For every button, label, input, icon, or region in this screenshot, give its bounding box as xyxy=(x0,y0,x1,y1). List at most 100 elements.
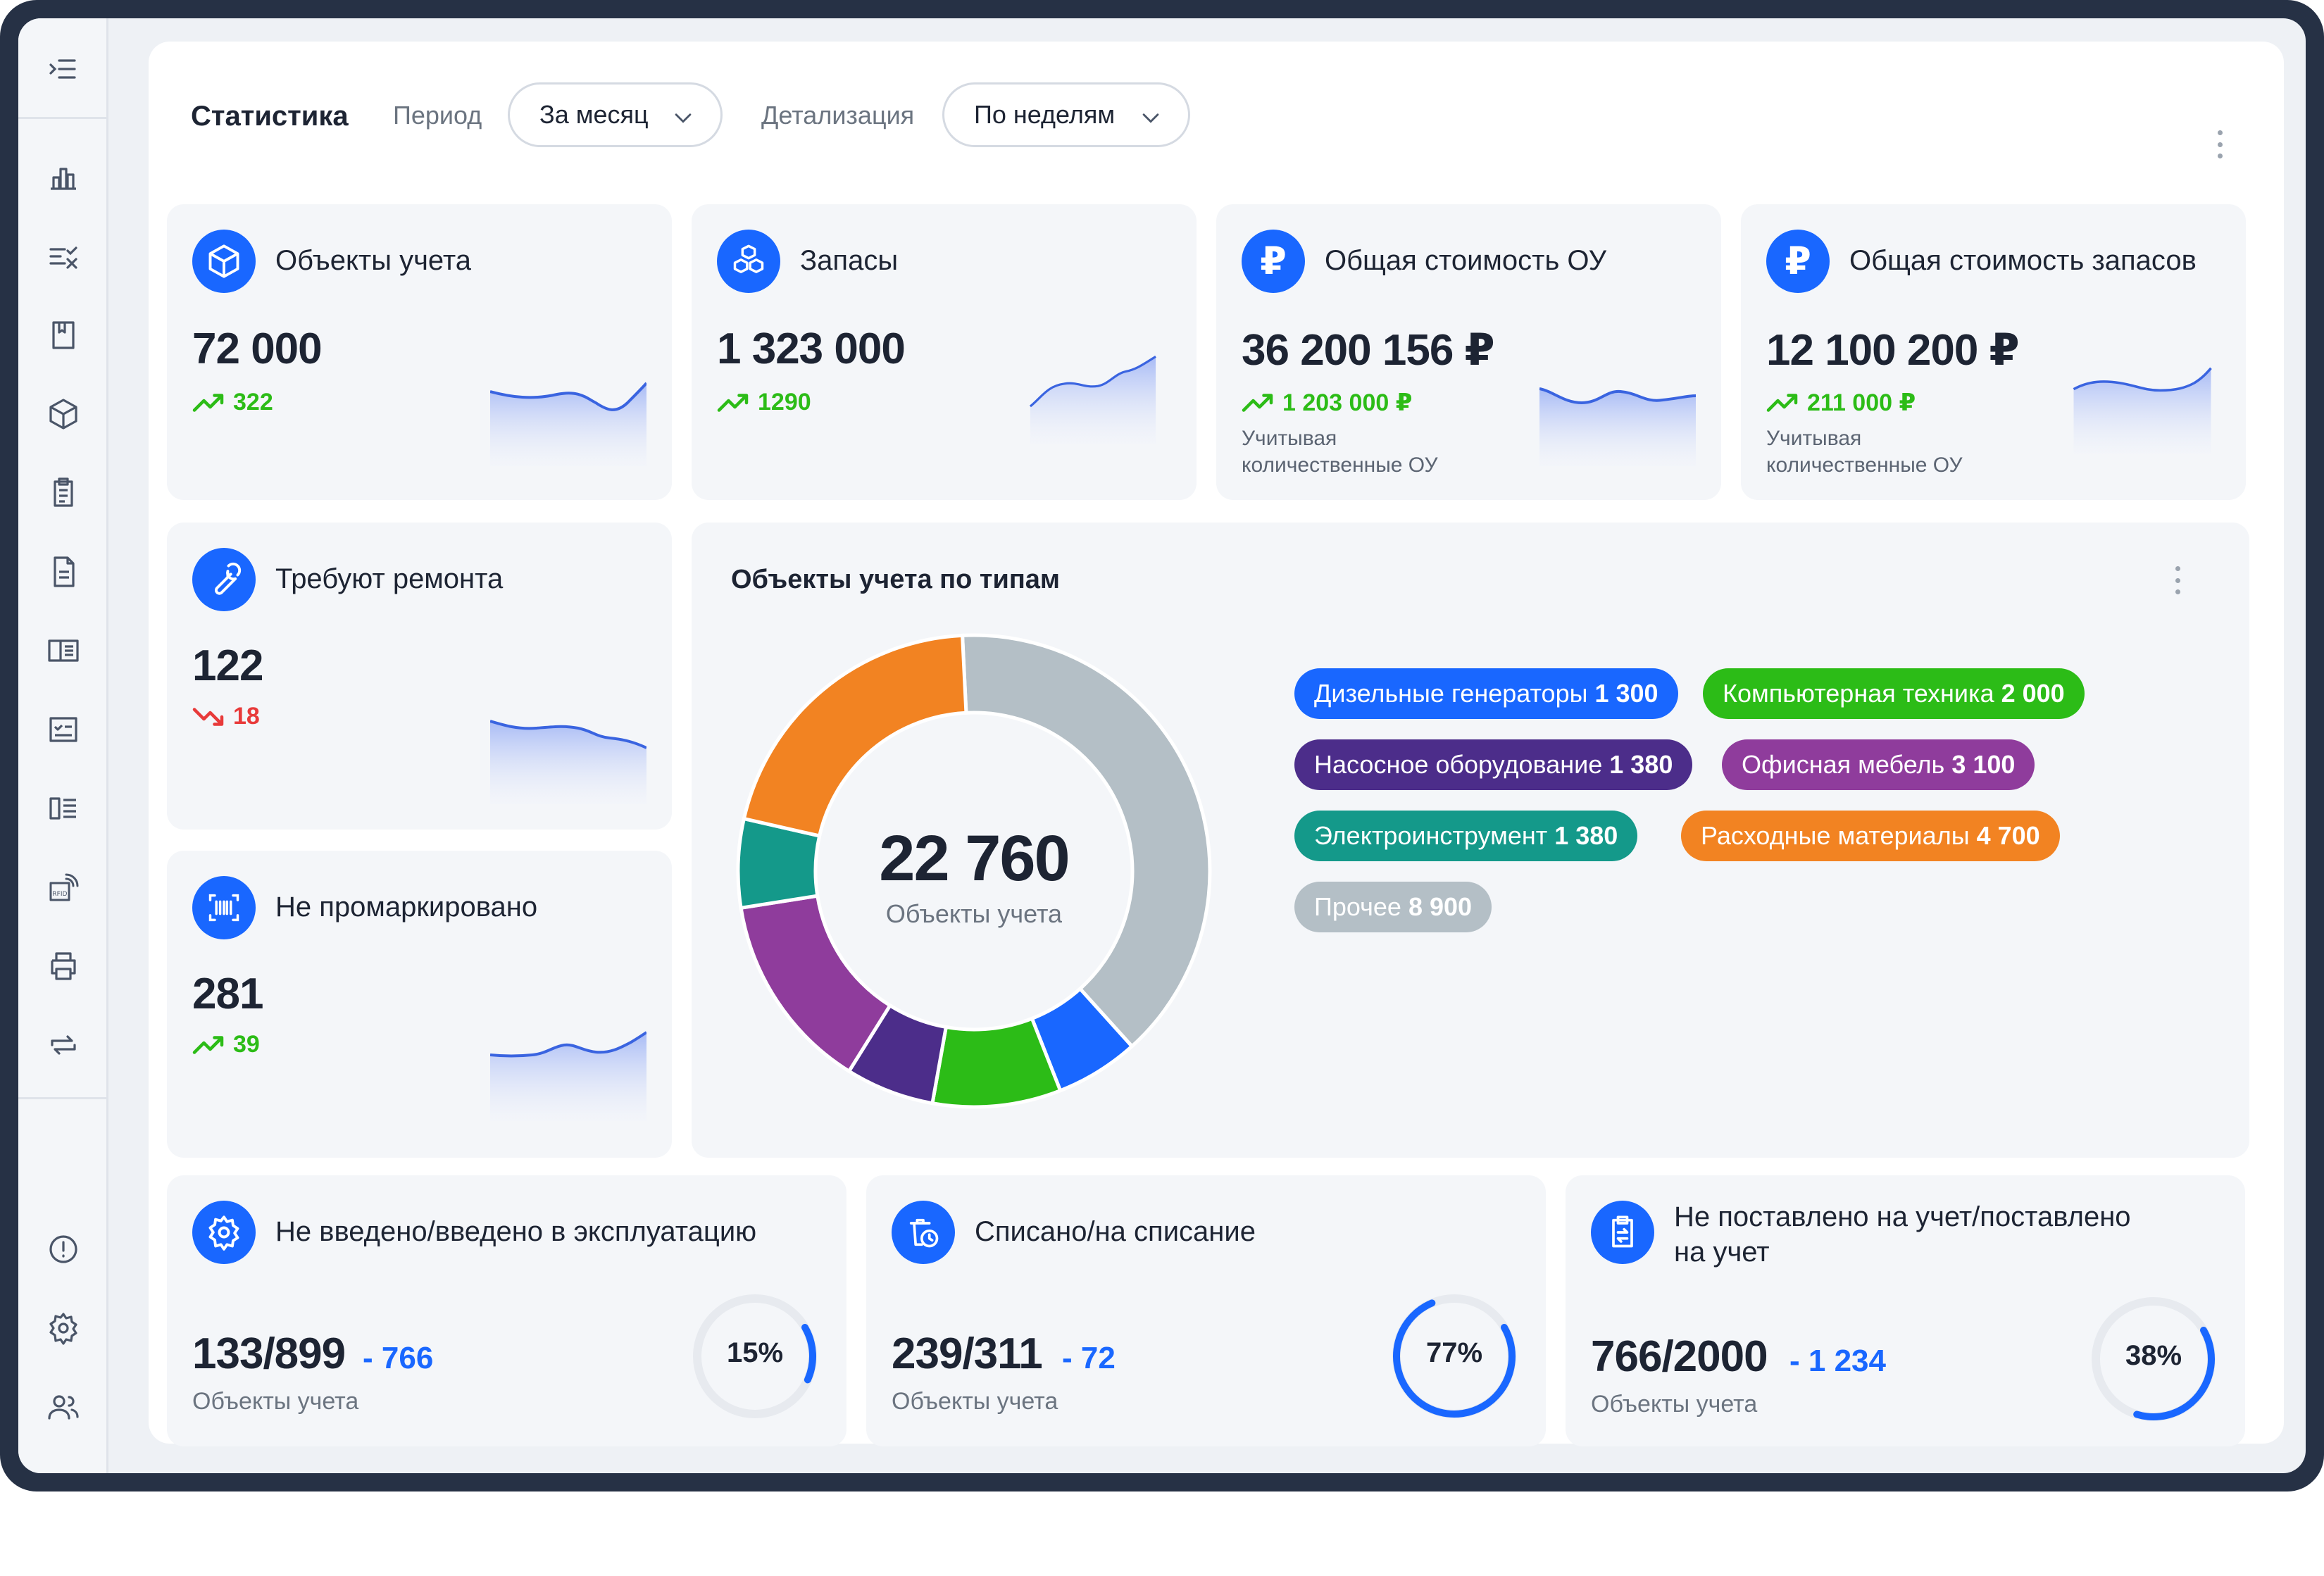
legend-value: 1 380 xyxy=(1554,821,1618,850)
kpi-delta-value: 1290 xyxy=(758,389,811,415)
legend-tag-consumables[interactable]: Расходные материалы 4 700 xyxy=(1681,811,2060,861)
legend-tag-diesel[interactable]: Дизельные генераторы 1 300 xyxy=(1294,668,1678,719)
legend-name: Насосное оборудование xyxy=(1314,750,1603,779)
card-value: 239/311 xyxy=(892,1330,1043,1378)
sparkline-chart xyxy=(1029,356,1156,444)
clipboard-icon[interactable] xyxy=(41,470,86,515)
types-chart-card: Объекты учета по типам 22 760 Объекты уч… xyxy=(692,523,2249,1158)
trash-clock-icon xyxy=(892,1201,955,1264)
kpi-delta: 1290 xyxy=(717,389,811,416)
registration-card[interactable]: Не поставлено на учет/поставлено на учет… xyxy=(1566,1175,2245,1446)
donut-center-label: Объекты учета xyxy=(885,899,1063,928)
kpi-delta-value: 322 xyxy=(233,389,273,415)
trend-up-icon xyxy=(192,1035,224,1054)
kpi-value: 36 200 156 ₽ xyxy=(1242,326,1495,375)
trend-up-icon xyxy=(717,393,749,412)
gear-icon xyxy=(192,1201,256,1264)
period-select[interactable]: За месяц xyxy=(508,82,723,147)
donut-center-value: 22 760 xyxy=(879,823,1070,894)
sparkline-chart xyxy=(2073,367,2212,454)
detail-label: Детализация xyxy=(761,101,915,130)
page-title: Статистика xyxy=(191,101,349,132)
more-options-icon[interactable] xyxy=(2170,566,2185,594)
kpi-title: Запасы xyxy=(800,245,899,276)
card-subtitle: Объекты учета xyxy=(892,1388,1058,1415)
operation-card[interactable]: Не введено/введено в эксплуатацию 133/89… xyxy=(167,1175,846,1446)
kpi-card-total-cost[interactable]: ₽ Общая стоимость ОУ 36 200 156 ₽ 1 203 … xyxy=(1216,204,1721,500)
cube-icon xyxy=(192,230,256,293)
document-icon[interactable] xyxy=(41,549,86,594)
legend-tag-tools[interactable]: Электроинструмент 1 380 xyxy=(1294,811,1638,861)
kpi-card-stock-cost[interactable]: ₽ Общая стоимость запасов 12 100 200 ₽ 2… xyxy=(1741,204,2246,500)
settings-icon[interactable] xyxy=(41,1306,86,1351)
cube-icon[interactable] xyxy=(41,392,86,437)
ruble-icon: ₽ xyxy=(1242,230,1305,293)
card-subtitle: Объекты учета xyxy=(192,1388,359,1415)
barcode-icon xyxy=(192,876,256,939)
kpi-value: 281 xyxy=(192,970,263,1018)
kpi-delta: 322 xyxy=(192,389,273,416)
legend-tag-pumps[interactable]: Насосное оборудование 1 380 xyxy=(1294,739,1693,790)
chevron-down-icon xyxy=(1142,113,1159,123)
kpi-title: Общая стоимость запасов xyxy=(1849,245,2197,276)
kpi-delta: 18 xyxy=(192,703,260,730)
detail-select[interactable]: По неделям xyxy=(942,82,1190,147)
writeoff-card[interactable]: Списано/на списание 239/311 - 72 Объекты… xyxy=(866,1175,1546,1446)
period-label: Период xyxy=(393,101,482,130)
card-title: Не поставлено на учет/поставлено на учет xyxy=(1674,1199,2131,1270)
legend-value: 1 300 xyxy=(1594,679,1658,708)
kpi-card-objects[interactable]: Объекты учета 72 000 322 xyxy=(167,204,672,500)
bar-chart-icon[interactable] xyxy=(41,155,86,200)
card-delta: - 72 xyxy=(1062,1341,1116,1375)
sync-icon[interactable] xyxy=(41,1022,86,1068)
collapse-menu-icon[interactable] xyxy=(41,46,86,92)
list-icon[interactable] xyxy=(41,786,86,831)
sparkline-chart xyxy=(490,720,646,804)
kpi-delta: 1 203 000 ₽ xyxy=(1242,389,1412,417)
kpi-delta: 39 xyxy=(192,1031,260,1058)
legend-name: Дизельные генераторы xyxy=(1314,679,1588,708)
svg-text:RFID: RFID xyxy=(52,891,67,898)
checklist-icon[interactable] xyxy=(41,234,86,279)
legend-tag-other[interactable]: Прочее 8 900 xyxy=(1294,882,1492,932)
kpi-note: Учитывая xyxy=(1242,427,1337,450)
legend-tag-computers[interactable]: Компьютерная техника 2 000 xyxy=(1703,668,2085,719)
card-title-line: Не поставлено на учет/поставлено xyxy=(1674,1201,2131,1232)
card-delta: - 766 xyxy=(363,1341,434,1375)
statistics-panel: Статистика Период За месяц Детализация П… xyxy=(149,42,2284,1446)
kpi-card-stock[interactable]: Запасы 1 323 000 1290 xyxy=(692,204,1197,500)
task-list-icon[interactable] xyxy=(41,707,86,752)
kpi-delta-value: 1 203 000 ₽ xyxy=(1282,389,1413,416)
kpi-value: 122 xyxy=(192,642,263,690)
catalog-icon[interactable] xyxy=(41,628,86,673)
kpi-note: количественные ОУ xyxy=(1766,454,1963,477)
card-title: Списано/на списание xyxy=(975,1216,1256,1247)
donut-slice[interactable] xyxy=(742,633,968,838)
kpi-card-unmarked[interactable]: Не промаркировано 281 39 xyxy=(167,851,672,1158)
legend-value: 4 700 xyxy=(1976,821,2040,850)
card-value: 766/2000 xyxy=(1591,1332,1768,1381)
info-icon[interactable] xyxy=(41,1227,86,1272)
sidebar-divider xyxy=(18,117,108,119)
progress-percent: 15% xyxy=(726,1337,784,1368)
wrench-icon xyxy=(192,548,256,611)
legend-tag-furniture[interactable]: Офисная мебель 3 100 xyxy=(1722,739,2035,790)
device-frame: RFID Статистика Период За месяц Детализа… xyxy=(0,0,2324,1491)
trend-up-icon xyxy=(1766,394,1798,412)
legend-name: Офисная мебель xyxy=(1742,750,1945,779)
card-delta: - 1 234 xyxy=(1789,1344,1886,1378)
kpi-title: Требуют ремонта xyxy=(275,563,504,594)
kpi-title: Общая стоимость ОУ xyxy=(1325,245,1607,276)
sparkline-chart xyxy=(490,382,646,466)
book-icon[interactable] xyxy=(41,313,86,358)
rfid-icon[interactable]: RFID xyxy=(41,865,86,910)
kpi-title: Объекты учета xyxy=(275,245,471,276)
legend-name: Компьютерная техника xyxy=(1723,679,1994,708)
more-options-icon[interactable] xyxy=(2213,130,2227,158)
trend-up-icon xyxy=(192,393,224,412)
kpi-title: Не промаркировано xyxy=(275,892,538,923)
kpi-card-repair[interactable]: Требуют ремонта 122 18 xyxy=(167,523,672,830)
printer-icon[interactable] xyxy=(41,944,86,989)
users-icon[interactable] xyxy=(41,1384,86,1430)
ruble-icon: ₽ xyxy=(1766,230,1830,293)
